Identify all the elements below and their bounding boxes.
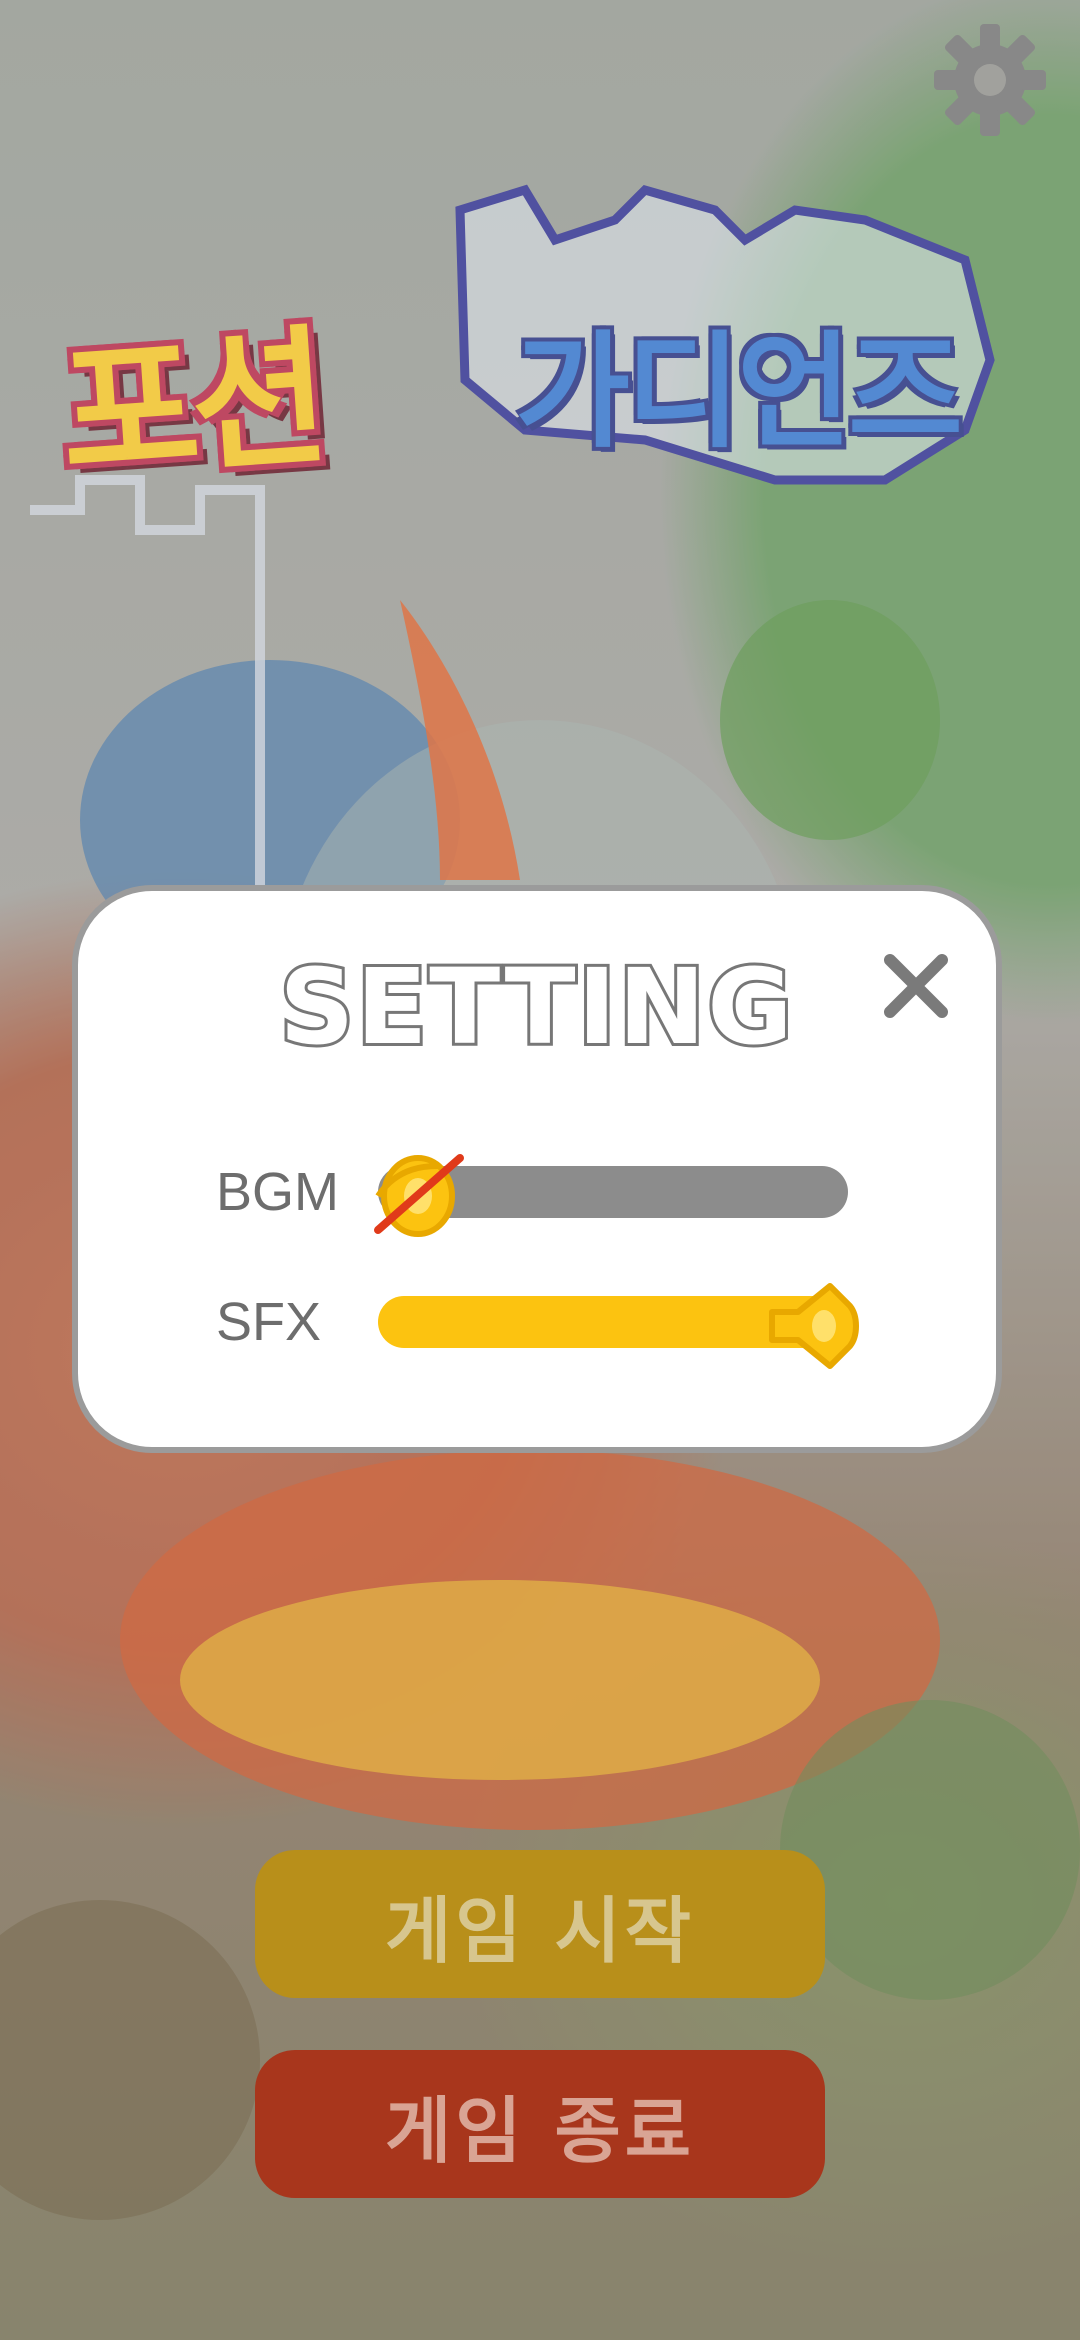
close-icon bbox=[884, 954, 948, 1018]
settings-dialog: SETTING BGM SFX bbox=[72, 885, 1002, 1453]
sfx-label: SFX bbox=[216, 1292, 322, 1352]
quit-game-button[interactable]: 게임 종료 bbox=[255, 2050, 825, 2198]
bgm-slider-handle[interactable] bbox=[368, 1146, 478, 1246]
speaker-icon bbox=[769, 1283, 859, 1369]
start-game-button[interactable]: 게임 시작 bbox=[255, 1850, 825, 1998]
dialog-title: SETTING bbox=[276, 943, 795, 1071]
sfx-slider-handle[interactable] bbox=[758, 1276, 868, 1376]
speaker-muted-icon bbox=[374, 1154, 464, 1237]
close-button[interactable] bbox=[876, 946, 956, 1026]
bgm-label: BGM bbox=[216, 1162, 340, 1222]
